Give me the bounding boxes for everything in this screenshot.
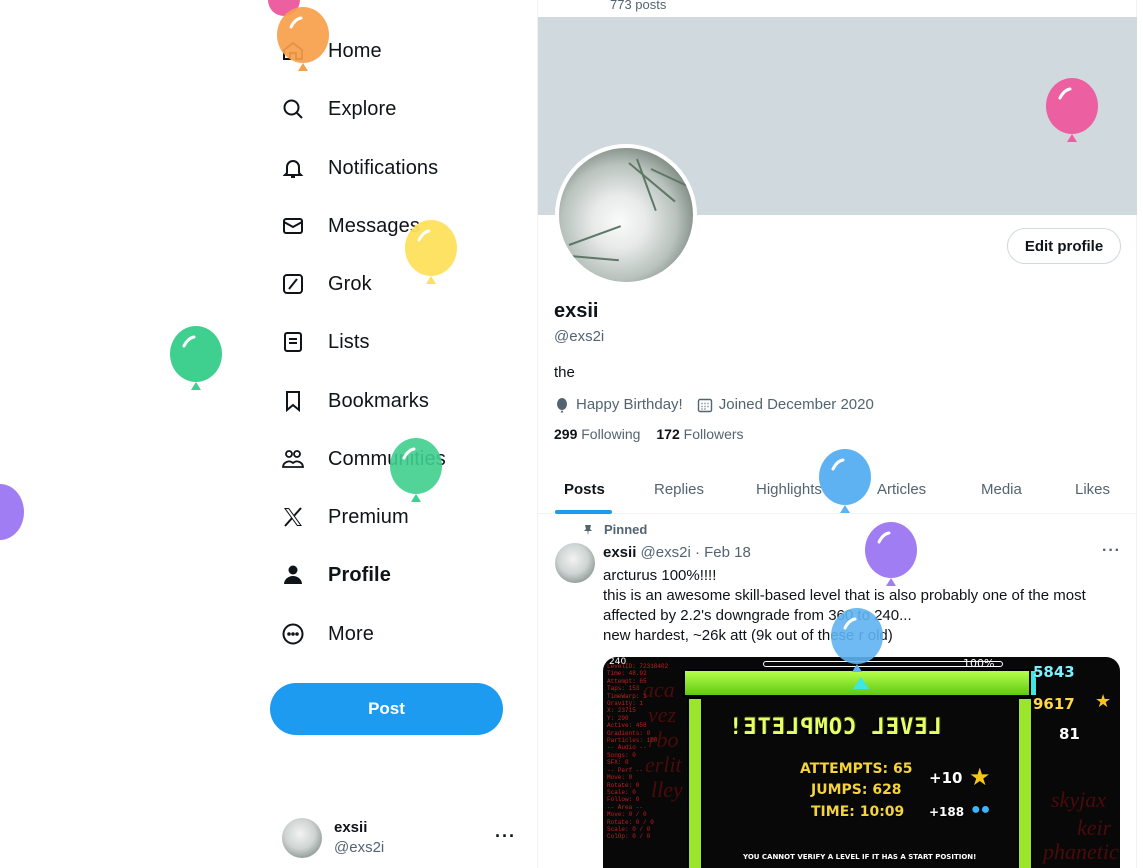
search-icon [280, 96, 306, 122]
tab-media[interactable]: Media [981, 464, 1022, 514]
tab-posts[interactable]: Posts [564, 464, 605, 514]
grok-icon [280, 271, 306, 297]
balloon-purple-icon [0, 484, 24, 540]
post-image[interactable]: aca vez rbo erlit lley skyjax keir phane… [603, 657, 1120, 868]
nav-more-label: More [328, 622, 374, 645]
nav-notifications-label: Notifications [328, 156, 439, 179]
nav-notifications[interactable]: Notifications [280, 146, 438, 190]
profile-avatar[interactable] [555, 144, 697, 286]
profile-meta: Happy Birthday! Joined December 2020 [554, 396, 888, 413]
balloon-icon [557, 397, 567, 412]
balloon-yellow-icon [405, 220, 457, 284]
balloon-purple-icon [865, 522, 917, 586]
left-navigation: Home Explore Notifications Messages Grok… [270, 0, 536, 868]
followers-link[interactable]: 172 Followers [656, 426, 743, 442]
profile-bio: the [554, 364, 575, 381]
nav-home-label: Home [328, 39, 382, 62]
nav-premium-label: Premium [328, 505, 409, 528]
account-handle: @exs2i [334, 839, 385, 856]
balloon-blue-icon [831, 608, 883, 672]
list-icon [280, 329, 306, 355]
more-circle-icon [280, 621, 306, 647]
nav-more[interactable]: More [280, 612, 374, 656]
nav-grok-label: Grok [328, 272, 372, 295]
nav-bookmarks-label: Bookmarks [328, 389, 429, 412]
post-button[interactable]: Post [270, 683, 503, 735]
post-author[interactable]: exsii [603, 544, 636, 561]
post-handle[interactable]: @exs2i [641, 544, 691, 561]
account-name: exsii [334, 819, 368, 836]
profile-name: exsii [554, 300, 599, 322]
person-icon [280, 562, 306, 588]
nav-lists[interactable]: Lists [280, 320, 370, 364]
tab-highlights[interactable]: Highlights [756, 464, 822, 514]
communities-icon [280, 446, 306, 472]
account-switcher[interactable]: exsii @exs2i ··· [282, 812, 522, 864]
nav-lists-label: Lists [328, 330, 370, 353]
bell-icon [280, 155, 306, 181]
balloon-green-icon [170, 326, 222, 390]
envelope-icon [280, 213, 306, 239]
nav-profile[interactable]: Profile [280, 553, 391, 597]
post-header: exsii @exs2i · Feb 18 [603, 544, 751, 561]
tab-replies[interactable]: Replies [654, 464, 704, 514]
level-complete-banner: LEVEL COMPLETE! [728, 715, 942, 740]
x-logo-icon [280, 504, 306, 530]
pinned-label: Pinned [582, 522, 647, 537]
nav-explore-label: Explore [328, 97, 397, 120]
image-footer-text: YOU CANNOT VERIFY A LEVEL IF IT HAS A ST… [743, 853, 977, 861]
following-link[interactable]: 299 Following [554, 426, 640, 442]
nav-profile-label: Profile [328, 563, 391, 586]
tab-likes[interactable]: Likes [1075, 464, 1110, 514]
active-tab-indicator [555, 510, 612, 514]
nav-messages[interactable]: Messages [280, 204, 420, 248]
nav-grok[interactable]: Grok [280, 262, 372, 306]
tab-articles[interactable]: Articles [877, 464, 926, 514]
balloon-pink-icon [1046, 78, 1098, 142]
balloon-green-icon [390, 438, 442, 502]
joined-date: Joined December 2020 [718, 396, 874, 413]
calendar-icon [697, 398, 712, 412]
avatar [282, 818, 322, 858]
nav-explore[interactable]: Explore [280, 87, 397, 131]
debug-stats: LevelID: 72318402 Time: 48.92 Attempt: 6… [607, 663, 669, 841]
balloon-blue-icon [819, 449, 871, 513]
nav-bookmarks[interactable]: Bookmarks [280, 379, 429, 423]
pin-icon [584, 524, 592, 535]
post-date[interactable]: · Feb 18 [695, 544, 751, 561]
account-more-icon[interactable]: ··· [495, 826, 516, 847]
post-more-icon[interactable]: ··· [1102, 542, 1121, 560]
edit-profile-button[interactable]: Edit profile [1007, 228, 1121, 264]
posts-count: 773 posts [610, 0, 667, 12]
profile-handle: @exs2i [554, 328, 605, 345]
avatar[interactable] [555, 543, 595, 583]
bookmark-icon [280, 388, 306, 414]
birthday-text: Happy Birthday! [576, 396, 683, 413]
follow-stats: 299 Following 172 Followers [554, 426, 744, 442]
balloon-orange-icon [277, 7, 329, 71]
